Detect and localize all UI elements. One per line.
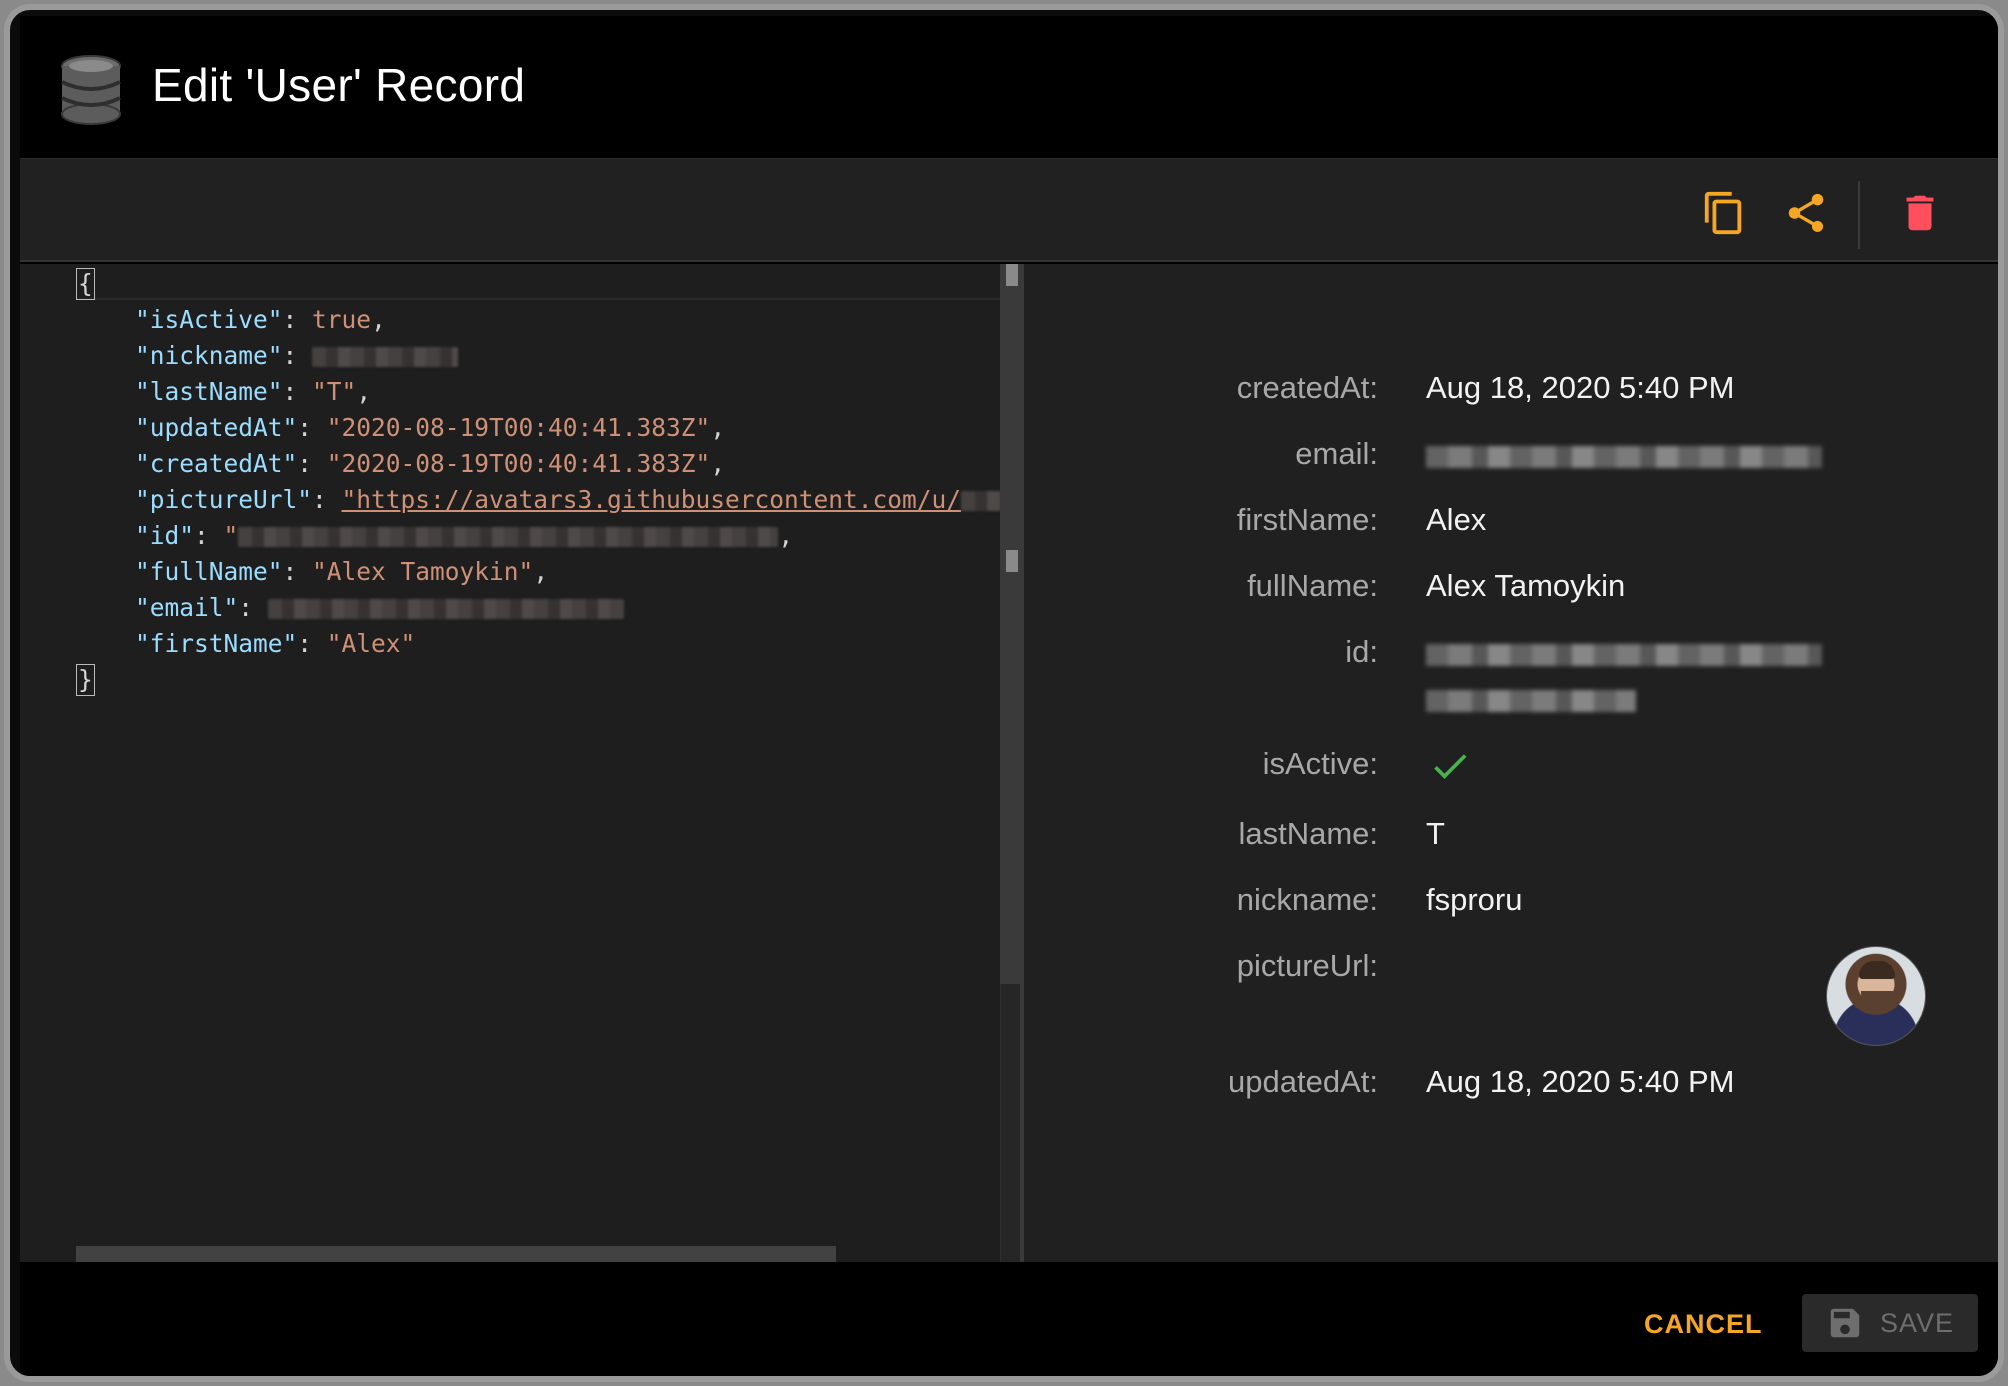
property-row-email: email: bbox=[1024, 436, 1998, 486]
json-value: "2020-08-19T00:40:41.383Z" bbox=[326, 413, 711, 442]
redacted-value bbox=[267, 599, 624, 619]
record-toolbar bbox=[20, 158, 1998, 262]
property-label: firstName: bbox=[1236, 502, 1378, 537]
property-value: Aug 18, 2020 5:40 PM bbox=[1426, 1064, 1735, 1099]
property-row-id: id: bbox=[1024, 634, 1998, 734]
property-row-fullName: fullName: Alex Tamoykin bbox=[1024, 568, 1998, 618]
code-line: "id": ", bbox=[135, 521, 794, 550]
avatar[interactable] bbox=[1826, 946, 1926, 1046]
copy-button[interactable] bbox=[1700, 189, 1748, 237]
property-label: nickname: bbox=[1236, 882, 1378, 917]
json-value: " bbox=[223, 521, 239, 550]
open-brace: { bbox=[76, 268, 95, 300]
copy-icon bbox=[1704, 191, 1742, 235]
scrollbar-marker bbox=[1006, 264, 1018, 286]
code-line: "updatedAt": "2020-08-19T00:40:41.383Z", bbox=[135, 413, 726, 442]
property-label: pictureUrl: bbox=[1236, 948, 1378, 983]
redacted-value bbox=[1426, 446, 1822, 468]
json-value: "2020-08-19T00:40:41.383Z" bbox=[326, 449, 711, 478]
json-key: "nickname" bbox=[135, 341, 283, 370]
share-icon bbox=[1788, 193, 1824, 233]
code-line-close: } bbox=[76, 662, 95, 698]
dialog-footer: CANCEL SAVE bbox=[20, 1262, 1998, 1376]
trash-icon bbox=[1906, 195, 1934, 231]
property-value: T bbox=[1426, 816, 1445, 851]
property-label: updatedAt: bbox=[1228, 1064, 1378, 1099]
property-row-isActive: isActive: bbox=[1024, 746, 1998, 796]
floppy-disk-icon bbox=[1830, 1308, 1860, 1338]
edit-record-dialog: Edit 'User' Record { "isActive": true, "… bbox=[20, 16, 1998, 1376]
cancel-button[interactable]: CANCEL bbox=[1630, 1300, 1777, 1348]
property-value: fsproru bbox=[1426, 882, 1523, 917]
json-value: true bbox=[312, 305, 372, 334]
code-line: "fullName": "Alex Tamoykin", bbox=[135, 557, 549, 586]
property-value: Alex Tamoykin bbox=[1426, 568, 1626, 603]
property-row-updatedAt: updatedAt: Aug 18, 2020 5:40 PM bbox=[1024, 1064, 1998, 1114]
delete-button[interactable] bbox=[1896, 189, 1944, 237]
json-editor[interactable]: { "isActive": true, "nickname": "lastNam… bbox=[20, 264, 1032, 1262]
redacted-value bbox=[312, 347, 459, 367]
dialog-title: Edit 'User' Record bbox=[152, 59, 526, 111]
json-key: "createdAt" bbox=[135, 449, 298, 478]
property-label: isActive: bbox=[1262, 746, 1378, 781]
save-button[interactable]: SAVE bbox=[1802, 1294, 1978, 1352]
code-line: "nickname": bbox=[76, 338, 459, 374]
code-line: "lastName": "T", bbox=[135, 377, 372, 406]
code-line: "createdAt": "2020-08-19T00:40:41.383Z", bbox=[135, 449, 726, 478]
json-value: "T" bbox=[312, 377, 357, 406]
json-value: "Alex Tamoykin" bbox=[312, 557, 534, 586]
redacted-value bbox=[1426, 690, 1636, 712]
scrollbar-marker bbox=[1006, 550, 1018, 572]
json-key: "updatedAt" bbox=[135, 413, 298, 442]
redacted-value bbox=[238, 527, 779, 547]
code-line: "email": bbox=[76, 590, 624, 626]
save-label: SAVE bbox=[1879, 1307, 1955, 1338]
close-brace: } bbox=[76, 664, 95, 696]
json-key: "email" bbox=[135, 593, 239, 622]
code-line-open: { bbox=[76, 266, 95, 302]
redacted-value bbox=[1426, 644, 1822, 666]
code-line: "isActive": true, bbox=[135, 305, 386, 334]
horizontal-scrollbar-thumb[interactable] bbox=[76, 1246, 836, 1262]
property-label: email: bbox=[1295, 436, 1378, 471]
checkmark-icon bbox=[1434, 754, 1467, 779]
code-line: "firstName": "Alex" bbox=[135, 629, 416, 658]
json-key: "pictureUrl" bbox=[135, 485, 313, 514]
share-button[interactable] bbox=[1782, 189, 1830, 237]
json-key: "fullName" bbox=[135, 557, 283, 586]
property-row-lastName: lastName: T bbox=[1024, 816, 1998, 866]
json-key: "id" bbox=[135, 521, 195, 550]
code-line: "pictureUrl": "https://avatars3.githubus… bbox=[76, 482, 1032, 518]
property-row-createdAt: createdAt: Aug 18, 2020 5:40 PM bbox=[1024, 370, 1998, 420]
title-bar: Edit 'User' Record bbox=[20, 16, 1998, 158]
property-label: lastName: bbox=[1238, 816, 1378, 851]
property-row-nickname: nickname: fsproru bbox=[1024, 882, 1998, 932]
json-key: "isActive" bbox=[135, 305, 283, 334]
json-key: "firstName" bbox=[135, 629, 298, 658]
property-value: Aug 18, 2020 5:40 PM bbox=[1426, 370, 1735, 405]
content-area: { "isActive": true, "nickname": "lastNam… bbox=[20, 264, 1998, 1262]
json-value: "Alex" bbox=[326, 629, 416, 658]
property-row-firstName: firstName: Alex bbox=[1024, 502, 1998, 552]
current-line-highlight bbox=[76, 266, 1000, 300]
property-label: id: bbox=[1345, 634, 1378, 669]
property-label: fullName: bbox=[1247, 568, 1378, 603]
json-key: "lastName" bbox=[135, 377, 283, 406]
property-value: Alex bbox=[1426, 502, 1487, 537]
property-label: createdAt: bbox=[1236, 370, 1378, 405]
json-url-value[interactable]: "https://avatars3.githubusercontent.com/… bbox=[342, 485, 962, 514]
window-frame: Edit 'User' Record { "isActive": true, "… bbox=[4, 4, 2004, 1382]
record-properties: createdAt: Aug 18, 2020 5:40 PM email: f… bbox=[1024, 264, 1998, 1262]
database-icon bbox=[61, 55, 121, 125]
toolbar-divider bbox=[1858, 181, 1860, 249]
